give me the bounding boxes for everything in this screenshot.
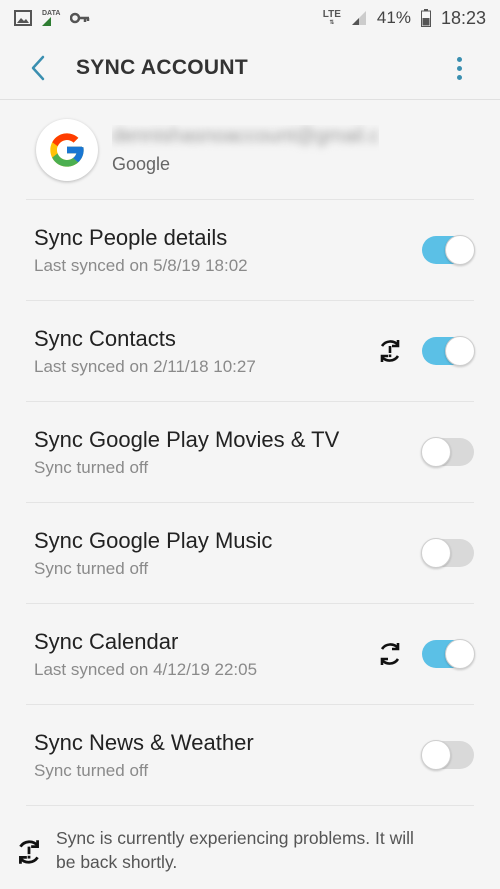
- battery-percent: 41%: [376, 8, 411, 27]
- sync-problem-message: Sync is currently experiencing problems.…: [56, 828, 414, 872]
- sync-row-calendar[interactable]: Sync Calendar Last synced on 4/12/19 22:…: [26, 604, 475, 705]
- sync-error-icon: [19, 840, 39, 864]
- sync-row-people-details[interactable]: Sync People details Last synced on 5/8/1…: [26, 200, 475, 301]
- sync-row-subtitle: Last synced on 4/12/19 22:05: [34, 659, 258, 679]
- sync-toggle[interactable]: [421, 538, 474, 568]
- status-bar: DATA LTE ⇅ 41% 18:23: [0, 0, 500, 36]
- clock: 18:23: [440, 7, 486, 28]
- data-label: DATA: [42, 10, 61, 17]
- sync-row-text: Sync Google Play Movies & TV Sync turned…: [34, 427, 474, 478]
- sync-list: Sync People details Last synced on 5/8/1…: [0, 200, 500, 806]
- sync-row-title: Sync Calendar: [34, 628, 179, 654]
- more-options-button[interactable]: [444, 36, 474, 100]
- sync-row-subtitle: Last synced on 5/8/19 18:02: [34, 255, 248, 275]
- lte-label: LTE: [322, 9, 341, 20]
- sync-row-subtitle: Sync turned off: [34, 457, 149, 477]
- sync-toggle[interactable]: [421, 740, 474, 770]
- toggle-knob: [421, 740, 451, 770]
- account-info: dennishasnoaccount@gmail.c Google: [112, 125, 379, 175]
- more-dot-icon: [456, 65, 462, 71]
- sync-row-text: Sync Google Play Music Sync turned off: [34, 528, 474, 579]
- back-button[interactable]: [0, 36, 76, 100]
- sync-row-contacts[interactable]: Sync Contacts Last synced on 2/11/18 10:…: [26, 301, 475, 402]
- sync-row-title: Sync Google Play Music: [34, 527, 273, 553]
- toggle-knob: [445, 235, 475, 265]
- status-bar-right: LTE ⇅ 41% 18:23: [323, 8, 486, 29]
- toggle-knob: [445, 336, 475, 366]
- sync-row-text: Sync People details Last synced on 5/8/1…: [34, 225, 474, 276]
- key-icon: [70, 12, 90, 24]
- sync-icon: [380, 643, 400, 665]
- toggle-knob: [421, 437, 451, 467]
- sync-row-text: Sync News & Weather Sync turned off: [34, 730, 474, 781]
- battery-icon: [420, 9, 431, 27]
- toggle-knob: [445, 639, 475, 669]
- signal-icon: [351, 11, 366, 25]
- sync-row-title: Sync Contacts: [34, 325, 176, 351]
- app-bar: SYNC ACCOUNT: [0, 36, 500, 100]
- sync-row-news-weather[interactable]: Sync News & Weather Sync turned off: [26, 705, 474, 806]
- page-title: SYNC ACCOUNT: [76, 55, 248, 79]
- more-dot-icon: [456, 56, 462, 62]
- account-email: dennishasnoaccount@gmail.c: [112, 124, 380, 147]
- sync-row-play-movies-tv[interactable]: Sync Google Play Movies & TV Sync turned…: [26, 402, 474, 503]
- sync-toggle[interactable]: [422, 336, 475, 366]
- sync-toggle[interactable]: [422, 235, 475, 265]
- sync-row-text: Sync Calendar Last synced on 4/12/19 22:…: [34, 629, 474, 680]
- account-type: Google: [112, 153, 171, 174]
- sync-error-icon: [380, 340, 400, 362]
- sync-row-text: Sync Contacts Last synced on 2/11/18 10:…: [34, 326, 474, 377]
- sync-toggle[interactable]: [421, 437, 474, 467]
- back-arrow-icon: [31, 55, 45, 80]
- sync-row-subtitle: Last synced on 2/11/18 10:27: [34, 356, 256, 376]
- account-header: dennishasnoaccount@gmail.c Google: [26, 100, 474, 200]
- sync-problem-banner: Sync is currently experiencing problems.…: [0, 826, 500, 886]
- gallery-icon: [14, 10, 32, 26]
- sync-row-subtitle: Sync turned off: [34, 760, 149, 780]
- sync-row-title: Sync News & Weather: [34, 729, 254, 755]
- sync-row-title: Sync People details: [34, 224, 228, 250]
- sync-row-title: Sync Google Play Movies & TV: [34, 426, 340, 452]
- sync-toggle[interactable]: [422, 639, 475, 669]
- toggle-knob: [421, 538, 451, 568]
- lte-arrows-icon: ⇅: [329, 20, 335, 26]
- lte-indicator: LTE ⇅: [322, 9, 341, 27]
- data-triangle-icon: [42, 17, 51, 26]
- sync-row-play-music[interactable]: Sync Google Play Music Sync turned off: [26, 503, 474, 604]
- data-indicator: DATA: [42, 10, 60, 26]
- status-bar-left: DATA: [14, 10, 90, 26]
- more-dot-icon: [456, 74, 462, 80]
- google-logo-icon: [36, 118, 98, 181]
- sync-row-subtitle: Sync turned off: [34, 558, 149, 578]
